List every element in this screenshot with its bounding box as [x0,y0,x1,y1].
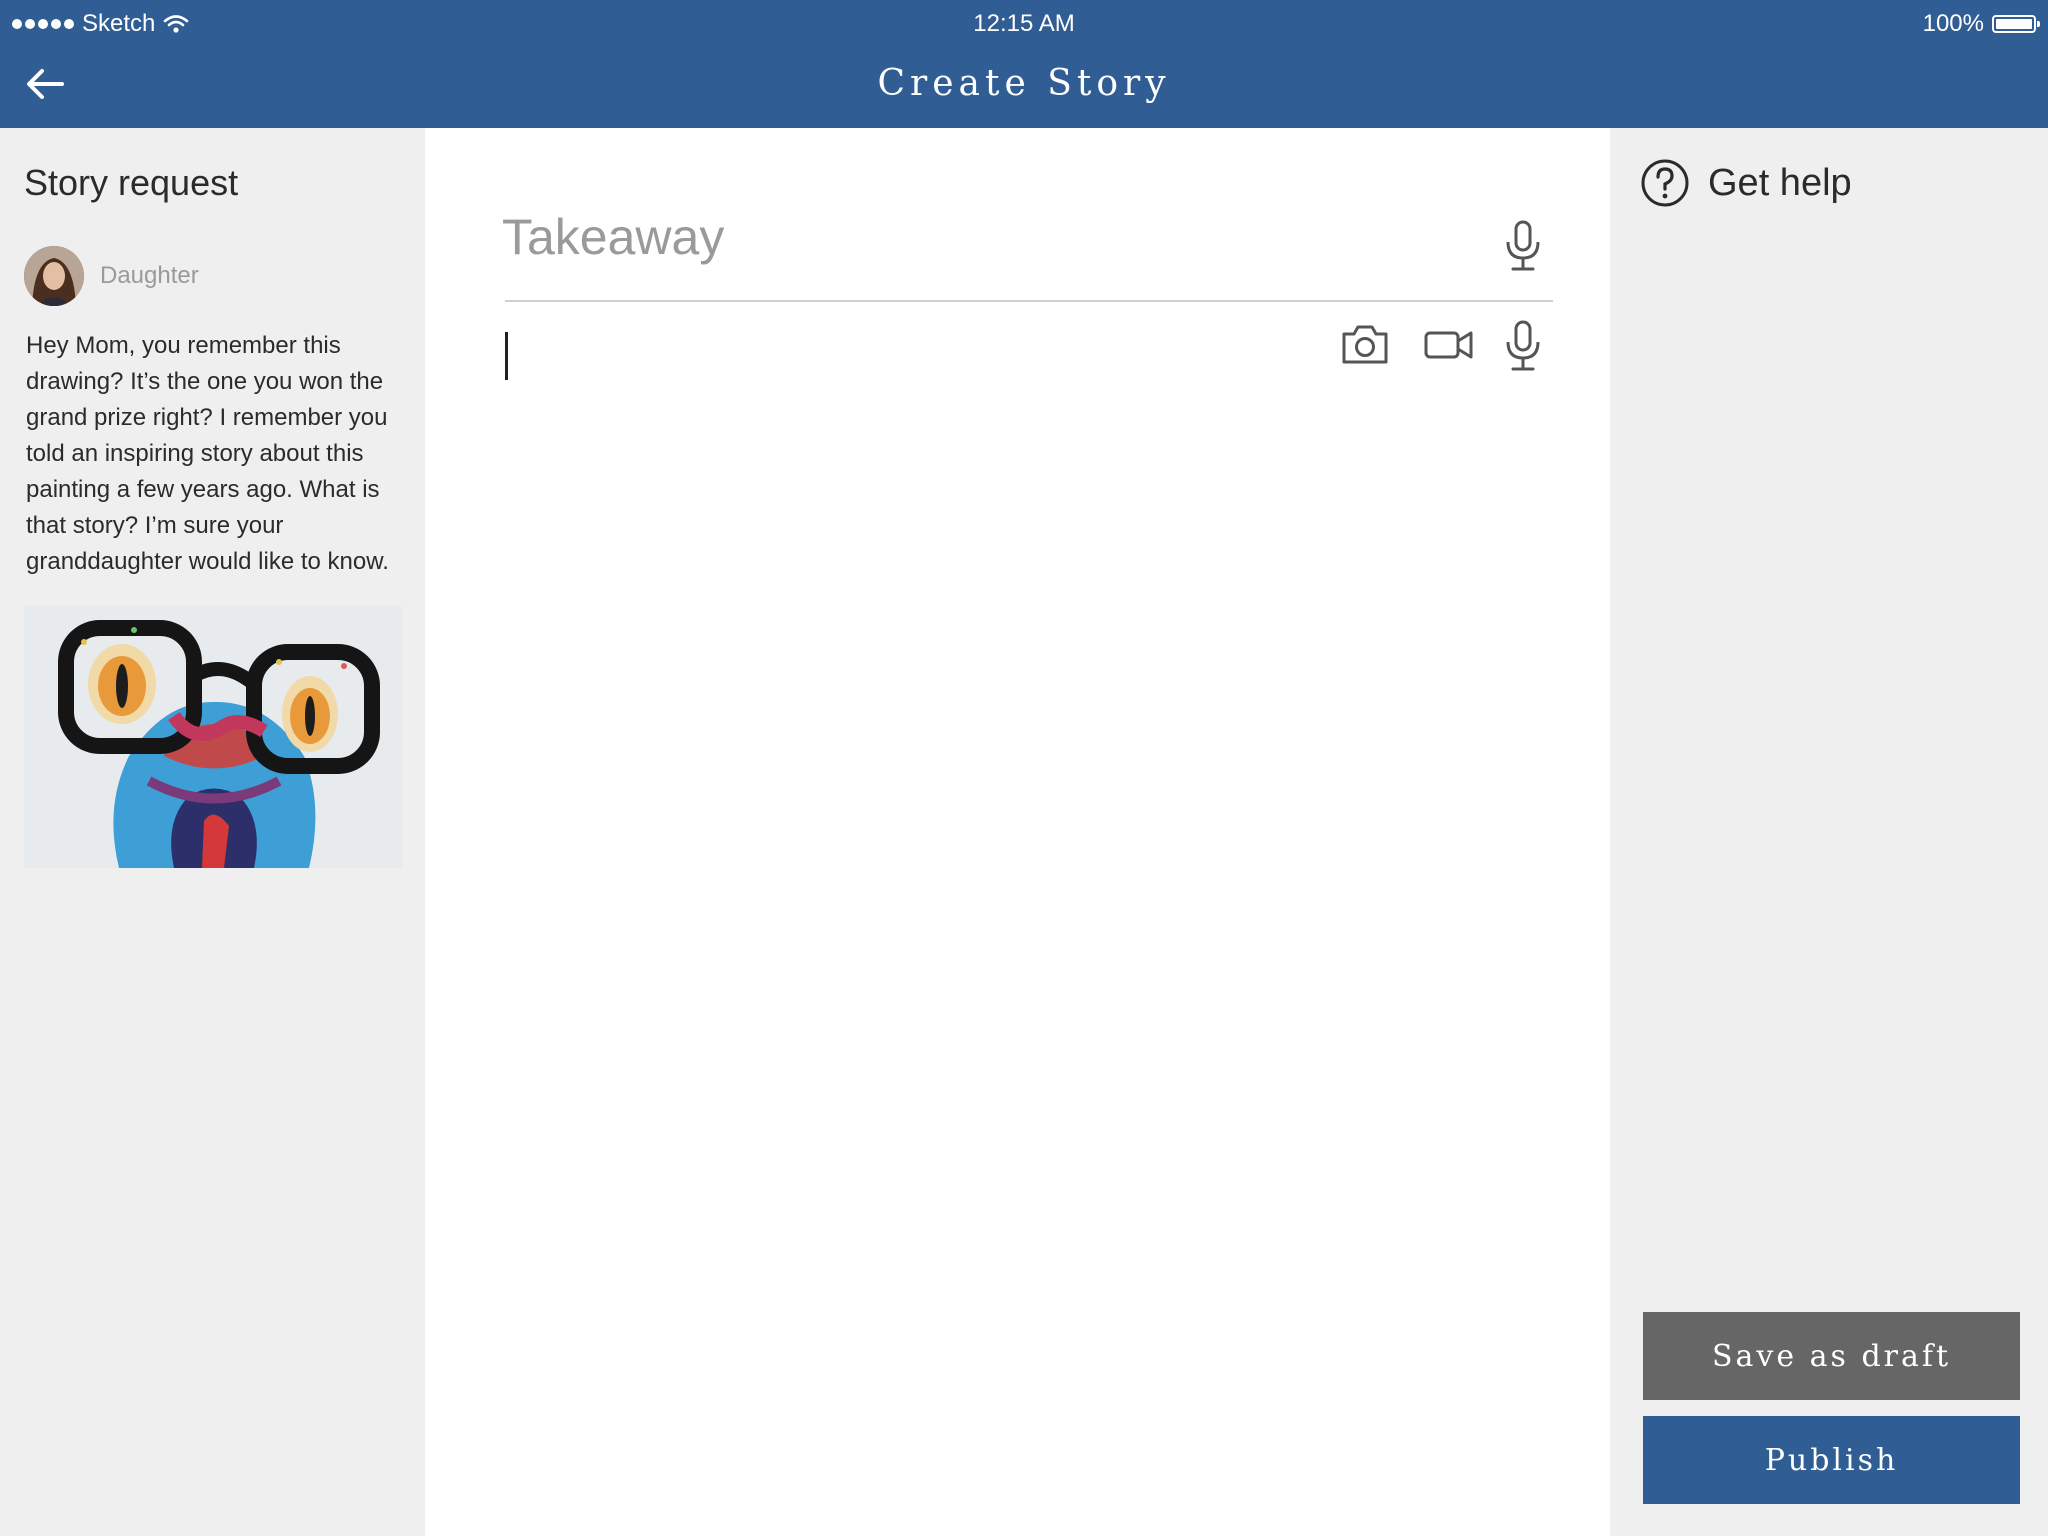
battery-icon [1992,15,2040,33]
camera-icon [1342,325,1388,364]
help-question-icon [1641,159,1689,207]
story-request-panel: Story request Daughter Hey Mom, you reme… [0,128,425,1536]
get-help-label: Get help [1708,161,1852,204]
app-header: Sketch 12:15 AM 100% Create Story [0,0,2048,128]
requester-name: Daughter [100,262,199,289]
avatar [24,246,84,306]
microphone-icon [1506,220,1540,271]
body-microphone-button[interactable] [1503,320,1543,377]
add-video-button[interactable] [1423,322,1475,371]
video-camera-icon [1424,331,1473,359]
story-editor: Takeaway [425,128,1610,1536]
takeaway-input[interactable]: Takeaway [502,208,724,266]
takeaway-microphone-button[interactable] [1503,220,1543,272]
story-body-input-cursor[interactable] [505,332,508,380]
battery-percentage: 100% [1922,10,1984,37]
save-as-draft-button[interactable]: Save as draft [1643,1312,2020,1400]
get-help-button[interactable]: Get help [1640,158,1852,208]
request-photo-frog-painting[interactable] [24,606,402,868]
status-time: 12:15 AM [973,10,1075,37]
actions-panel: Get help Save as draft Publish [1610,128,2048,1536]
add-photo-button[interactable] [1340,322,1390,371]
microphone-icon [1506,320,1540,371]
status-bar-right: 100% [1922,6,2040,42]
page-title: Create Story [877,63,1171,104]
divider [505,300,1553,302]
request-message: Hey Mom, you remember this drawing? It’s… [26,332,389,575]
publish-button[interactable]: Publish [1643,1416,2020,1504]
story-request-title: Story request [24,162,239,203]
